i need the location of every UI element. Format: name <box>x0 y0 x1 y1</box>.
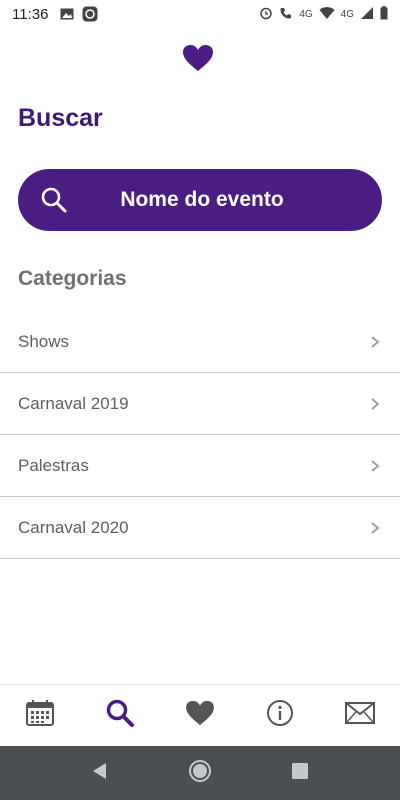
nav-contact-button[interactable] <box>332 688 388 744</box>
list-item[interactable]: Palestras <box>0 435 400 497</box>
search-icon <box>40 186 68 214</box>
app-notification-icon <box>82 6 98 22</box>
chevron-right-icon <box>368 459 382 473</box>
search-icon <box>105 698 135 733</box>
home-icon <box>188 759 212 788</box>
list-item-label: Palestras <box>18 455 89 475</box>
network-label-1: 4G <box>299 8 313 20</box>
heart-logo-icon <box>182 44 214 72</box>
mail-icon <box>345 702 375 729</box>
page-title: Buscar <box>18 104 103 132</box>
heart-icon <box>185 700 215 731</box>
back-button[interactable] <box>85 758 115 788</box>
status-time: 11:36 <box>12 5 49 23</box>
battery-icon <box>380 5 388 23</box>
info-icon <box>266 699 294 732</box>
calendar-icon <box>25 699 55 732</box>
alarm-icon <box>259 6 273 23</box>
wifi-calling-icon <box>279 6 293 23</box>
nav-favorites-button[interactable] <box>172 688 228 744</box>
categories-list: Shows Carnaval 2019 Palestras Carnaval 2… <box>0 311 400 559</box>
list-item[interactable]: Carnaval 2019 <box>0 373 400 435</box>
list-item[interactable]: Carnaval 2020 <box>0 497 400 559</box>
wifi-icon <box>319 6 335 23</box>
search-label: Nome do evento <box>120 188 284 211</box>
nav-calendar-button[interactable] <box>12 688 68 744</box>
image-icon <box>60 7 74 21</box>
list-item-label: Shows <box>18 331 70 351</box>
status-bar: 11:36 4G 4G <box>0 0 400 28</box>
recents-icon <box>292 762 308 784</box>
home-button[interactable] <box>185 758 215 788</box>
chevron-right-icon <box>368 521 382 535</box>
network-label-2: 4G <box>340 8 354 20</box>
list-item-label: Carnaval 2020 <box>18 517 129 537</box>
chevron-right-icon <box>368 397 382 411</box>
back-icon <box>91 762 109 785</box>
nav-info-button[interactable] <box>252 688 308 744</box>
list-item[interactable]: Shows <box>0 311 400 373</box>
chevron-right-icon <box>368 335 382 349</box>
signal-icon <box>360 6 374 23</box>
nav-search-button[interactable] <box>92 688 148 744</box>
list-item-label: Carnaval 2019 <box>18 393 129 413</box>
recents-button[interactable] <box>285 758 315 788</box>
bottom-navigation <box>0 684 400 746</box>
system-navigation-bar <box>0 746 400 800</box>
search-button[interactable]: Nome do evento <box>18 169 382 231</box>
categories-title: Categorias <box>18 267 127 290</box>
